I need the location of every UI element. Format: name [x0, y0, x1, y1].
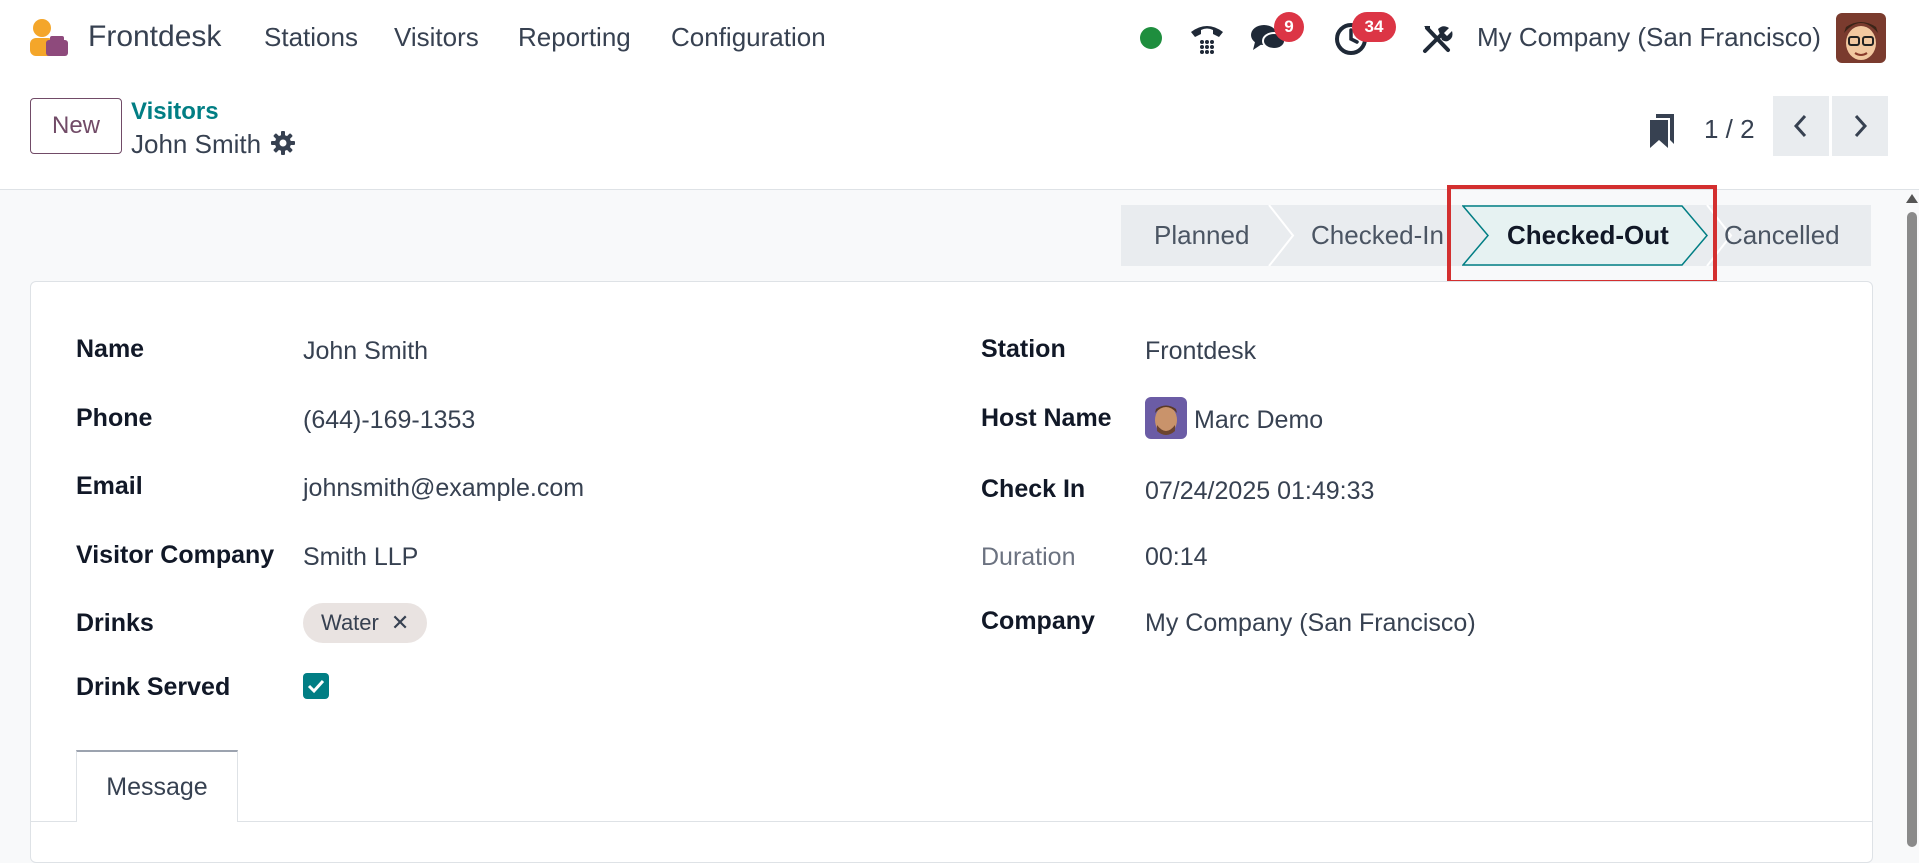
- drink-served-checkbox[interactable]: [303, 673, 329, 699]
- gear-icon[interactable]: [270, 130, 296, 156]
- duration-label: Duration: [981, 543, 1076, 571]
- new-button[interactable]: New: [30, 98, 122, 154]
- company-label: Company: [981, 607, 1095, 635]
- messages-badge: 9: [1274, 12, 1304, 42]
- menu-visitors[interactable]: Visitors: [394, 22, 479, 53]
- station-label: Station: [981, 335, 1066, 363]
- drinks-label: Drinks: [76, 609, 154, 637]
- drink-tag[interactable]: Water ✕: [303, 603, 428, 643]
- frontdesk-app-icon[interactable]: [28, 18, 70, 58]
- drink-served-label: Drink Served: [76, 673, 231, 701]
- form-sheet: [30, 281, 1873, 863]
- scroll-up-icon[interactable]: [1906, 194, 1918, 203]
- phone-label: Phone: [76, 404, 153, 432]
- tools-icon[interactable]: [1421, 23, 1453, 55]
- scrollbar-thumb[interactable]: [1907, 212, 1917, 847]
- bookmark-icon[interactable]: [1648, 112, 1676, 150]
- duration-field: 00:14: [1145, 543, 1208, 571]
- station-field[interactable]: Frontdesk: [1145, 337, 1256, 366]
- checkin-label: Check In: [981, 475, 1086, 503]
- host-field[interactable]: Marc Demo: [1194, 406, 1323, 435]
- host-avatar: [1145, 397, 1187, 439]
- pager-previous-button[interactable]: [1773, 96, 1829, 156]
- pager-value[interactable]: 1 / 2: [1704, 114, 1755, 145]
- host-label: Host Name: [981, 404, 1112, 432]
- tab-message[interactable]: Message: [76, 750, 238, 822]
- company-field[interactable]: My Company (San Francisco): [1145, 609, 1476, 638]
- email-label: Email: [76, 472, 143, 500]
- stage-checked-in[interactable]: Checked-In: [1311, 220, 1444, 251]
- email-field[interactable]: johnsmith@example.com: [303, 474, 584, 503]
- presence-status-icon: [1140, 27, 1162, 49]
- drink-tag-label: Water: [321, 610, 379, 635]
- activities-badge: 34: [1352, 12, 1396, 42]
- highlight-box: [1447, 185, 1717, 284]
- app-name[interactable]: Frontdesk: [88, 20, 221, 54]
- user-avatar[interactable]: [1836, 13, 1886, 63]
- checkin-field[interactable]: 07/24/2025 01:49:33: [1145, 477, 1374, 506]
- remove-tag-icon[interactable]: ✕: [391, 610, 409, 636]
- menu-reporting[interactable]: Reporting: [518, 22, 631, 53]
- notebook-divider: [30, 821, 1872, 822]
- name-field[interactable]: John Smith: [303, 337, 428, 366]
- chevron-right-icon: [1854, 114, 1868, 138]
- phone-icon[interactable]: [1188, 20, 1226, 56]
- control-panel: New Visitors John Smith 1 / 2: [0, 76, 1919, 190]
- breadcrumb-current: John Smith: [131, 129, 262, 159]
- top-navbar: Frontdesk Stations Visitors Reporting Co…: [0, 0, 1919, 76]
- visitor-company-label: Visitor Company: [76, 541, 275, 569]
- chevron-left-icon: [1793, 114, 1807, 138]
- breadcrumb-parent[interactable]: Visitors: [131, 98, 219, 126]
- visitor-company-field[interactable]: Smith LLP: [303, 543, 418, 572]
- stage-cancelled[interactable]: Cancelled: [1724, 220, 1840, 251]
- stage-planned[interactable]: Planned: [1154, 220, 1249, 251]
- phone-field[interactable]: (644)-169-1353: [303, 406, 475, 435]
- check-icon: [307, 679, 325, 694]
- company-switcher[interactable]: My Company (San Francisco): [1477, 22, 1821, 53]
- menu-stations[interactable]: Stations: [264, 22, 358, 53]
- menu-configuration[interactable]: Configuration: [671, 22, 826, 53]
- name-label: Name: [76, 335, 145, 363]
- pager-next-button[interactable]: [1832, 96, 1888, 156]
